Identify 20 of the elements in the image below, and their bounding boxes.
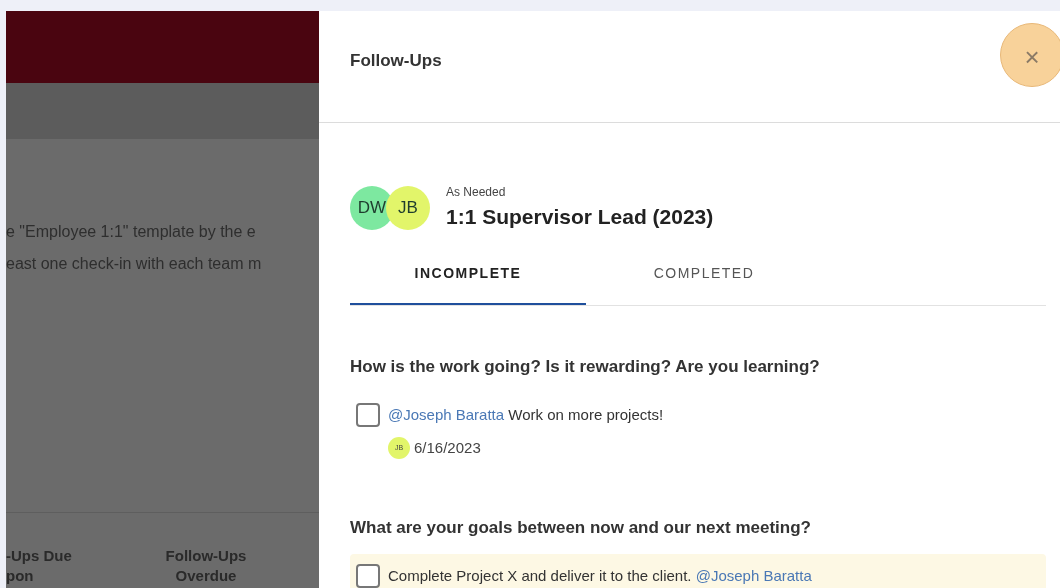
avatar: JB <box>386 185 430 230</box>
question-heading: How is the work going? Is it rewarding? Are you learning? <box>350 355 821 378</box>
description-text: east one check-in with each team m <box>6 254 262 274</box>
mention-link[interactable]: @Joseph Baratta <box>388 406 505 423</box>
stat-label: -Ups Due pon <box>6 546 73 586</box>
close-button[interactable]: × <box>1000 22 1060 87</box>
follow-up-text: @Joseph Baratta Work on more projects! <box>388 405 664 425</box>
meeting-title: 1:1 Supervisor Lead (2023) <box>446 204 714 230</box>
frequency-label: As Needed <box>446 184 507 201</box>
description-text: e "Employee 1:1" template by the e <box>6 222 256 242</box>
question-heading: What are your goals between now and our next meeting? <box>350 516 812 539</box>
mention-link[interactable]: @Joseph Baratta <box>695 567 812 584</box>
checkbox[interactable] <box>356 403 380 427</box>
due-date: 6/16/2023 <box>414 438 481 458</box>
checkbox[interactable] <box>356 564 380 588</box>
follow-up-text: Complete Project X and deliver it to the client. @Joseph Baratta <box>388 566 812 586</box>
drawer-title: Follow-Ups <box>350 49 442 72</box>
tab[interactable]: INCOMPLETE <box>350 262 586 305</box>
tab[interactable]: COMPLETED <box>586 262 822 305</box>
stat-label: Follow-Ups Overdue <box>164 546 248 586</box>
